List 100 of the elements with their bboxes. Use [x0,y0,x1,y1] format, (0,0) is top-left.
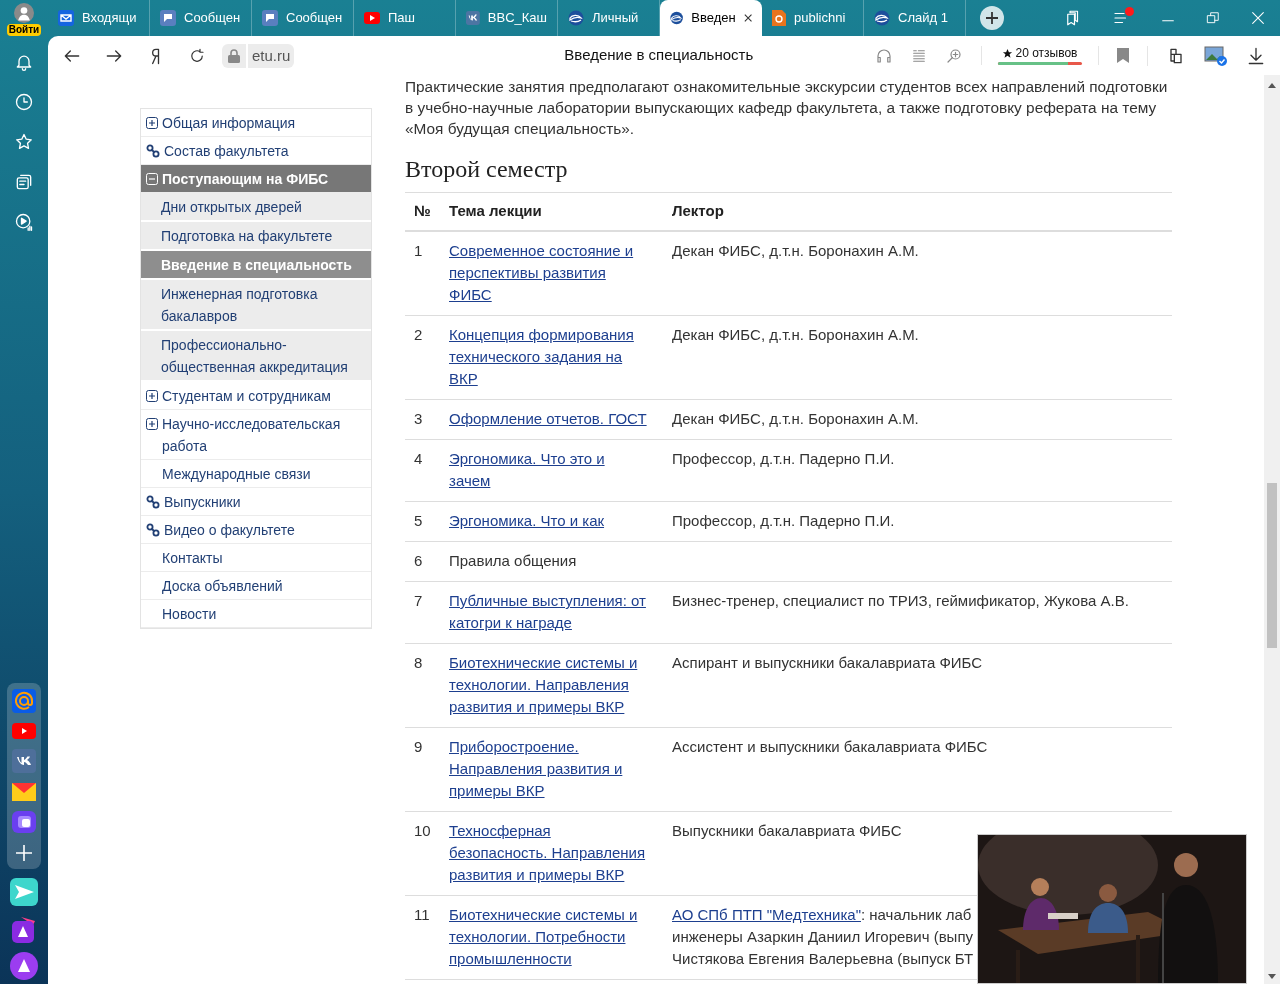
tab-title: publichni [794,9,846,28]
globe-icon [670,10,684,26]
lecturer-text: Профессор, д.т.н. Падерно П.И. [672,449,895,469]
reviews-link[interactable]: 20 отзывов [1015,46,1078,60]
bookmark-icon[interactable] [1117,48,1129,63]
row-number: 6 [413,551,424,571]
tab-title: Сообщен [286,9,343,28]
lecture-link[interactable]: Биотехнические системы и технологии. Потребности промышленности [449,904,649,970]
nav-subitem[interactable]: Инженерная подготовка бакалавров [141,280,371,331]
row-number: 9 [413,737,424,757]
nav-label: Студентам и сотрудникам [162,386,331,406]
vk-icon[interactable] [12,749,36,773]
close-icon[interactable] [743,13,752,23]
add-icon[interactable] [14,843,34,863]
tab-title: Паш [388,9,415,28]
lecture-link[interactable]: Оформление отчетов. ГОСТ [449,408,649,430]
nav-item[interactable]: Поступающим на ФИБС [141,165,371,193]
nav-subitem[interactable]: Подготовка на факультете [141,222,371,251]
lecture-link[interactable]: Приборостроение. Направления развития и примеры ВКР [449,736,649,802]
nav-item[interactable]: Видео о факультете [141,516,371,544]
row-number: 8 [413,653,424,673]
section-heading: Второй семестр [405,155,569,184]
browser-tab[interactable]: Введен [660,0,762,36]
tab-title: Введен [691,9,736,28]
new-tab-icon[interactable] [980,6,1004,30]
nav-label: Общая информация [162,113,296,133]
lecture-link[interactable]: Эргономика. Что и как [449,510,649,532]
history-icon[interactable] [14,92,34,112]
reload-icon[interactable] [188,46,206,65]
image-check-icon[interactable] [1204,44,1228,67]
nav-item[interactable]: Выпускники [141,488,371,516]
lecturer-text: Бизнес-тренер, специалист по ТРИЗ, геймификатор, Жукова А.В. [672,591,1129,611]
lecture-link[interactable]: Техносферная безопасность. Направления развития и примеры ВКР [449,820,649,886]
zoom-icon[interactable] [945,46,963,65]
nav-label: Доска объявлений [162,576,283,596]
restore-icon[interactable] [1206,11,1220,25]
send-icon[interactable] [10,878,38,906]
tab-title: Личный [592,9,639,28]
row-number: 10 [413,821,432,841]
page-title: Введение в специальность [564,45,754,66]
company-link[interactable]: АО СПб ПТП "Медтехника" [672,904,861,926]
lecturer-text: Чистякова Евгения Валерьевна (выпуск БТ [672,949,974,969]
column-header: Лектор [672,201,725,222]
lecture-link[interactable]: Биотехнические системы и технологии. Направления развития и примеры ВКР [449,652,649,718]
alice-icon[interactable] [11,915,37,943]
video-icon[interactable] [14,212,34,232]
nav-subitem[interactable]: Профессионально-общественная аккредитация [141,331,371,382]
lecturer-text: Декан ФИБС, д.т.н. Боронахин А.М. [672,409,919,429]
scroll-down-icon[interactable] [1268,974,1276,979]
row-number: 2 [413,325,424,345]
lecture-title: Правила общения [449,551,578,571]
row-number: 11 [413,905,431,925]
link-icon [146,143,160,158]
headphones-icon[interactable] [875,46,893,65]
column-header: Тема лекции [449,201,543,222]
nav-item[interactable]: Общая информация [141,109,371,137]
vk-icon [466,10,480,26]
scroll-up-icon[interactable] [1268,83,1276,88]
nav-item[interactable]: Доска объявлений [141,572,371,600]
document-icon [772,10,786,26]
nav-label: Международные связи [162,464,311,484]
tab-title: Входящи [82,9,137,28]
lecturer-text: Декан ФИБС, д.т.н. Боронахин А.М. [672,241,919,261]
star-icon[interactable] [14,132,34,152]
lock-icon[interactable] [228,48,240,63]
nav-item[interactable]: Новости [141,600,371,628]
tab-title: Сообщен [184,9,241,28]
nav-label: Научно-исследовательская работа [162,414,342,456]
voice-assistant-icon[interactable] [10,952,38,980]
lecture-link[interactable]: Концепция формирования технического задания на ВКР [449,324,649,390]
nav-item[interactable]: Международные связи [141,460,371,488]
lecture-link[interactable]: Публичные выступления: от катогри к награде [449,590,649,634]
nav-item[interactable]: Студентам и сотрудникам [141,382,371,410]
column-header: № [413,201,432,222]
login-button[interactable]: Войти [6,24,42,36]
play-icon [364,12,380,24]
expand-icon [146,417,158,430]
download-icon[interactable] [1246,45,1266,66]
play-icon[interactable] [12,723,36,739]
nav-label: Контакты [162,548,223,568]
messenger-icon[interactable] [12,811,36,833]
scrollbar-thumb[interactable] [1267,483,1277,648]
lecturer-text: Аспирант и выпускники бакалавриата ФИБС [672,653,983,673]
collections-icon[interactable] [14,172,34,192]
lecturer-text: : начальник лаб [860,905,972,925]
nav-subitem[interactable]: Дни открытых дверей [141,193,371,222]
link-icon [146,494,160,509]
lecture-link[interactable]: Современное состояние и перспективы развития ФИБС [449,240,649,306]
chat-icon [262,10,278,26]
nav-label: Выпускники [164,492,241,512]
intro-paragraph: Практические занятия предполагают ознакомительные экскурсии студентов всех направлений подготовки в учебно-научные лаборатории выпускающих кафедр факультета, а также подготовку реферата на тему «Моя будущая специальность». [405,77,1169,139]
nav-label: Видео о факультете [164,520,295,540]
address-field[interactable]: etu.ru [248,43,295,68]
nav-label: Поступающим на ФИБС [162,169,329,189]
lecturer-text: Профессор, д.т.н. Падерно П.И. [672,511,895,531]
at-sign-icon[interactable] [12,689,36,713]
nav-item[interactable]: Контакты [141,544,371,572]
lecture-link[interactable]: Эргономика. Что это и зачем [449,448,649,492]
nav-item[interactable]: Научно-исследовательская работа [141,410,371,460]
avatar-icon[interactable] [14,3,34,23]
